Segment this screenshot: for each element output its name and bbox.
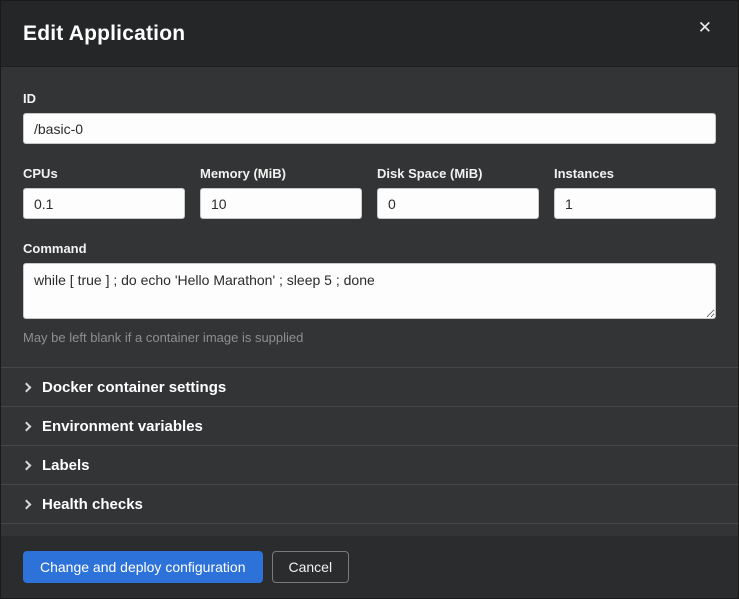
command-label: Command — [23, 241, 716, 256]
section-label: Labels — [42, 457, 90, 474]
section-label: Health checks — [42, 496, 143, 513]
id-field-group: ID — [23, 91, 716, 144]
form-fields: ID CPUs Memory (MiB) Disk Space (MiB) In — [1, 91, 738, 345]
id-input[interactable] — [23, 113, 716, 144]
collapsible-sections: Docker container settings Environment va… — [1, 367, 738, 536]
memory-label: Memory (MiB) — [200, 166, 362, 181]
close-icon: ✕ — [698, 18, 712, 37]
cancel-button[interactable]: Cancel — [272, 551, 350, 583]
chevron-right-icon — [22, 382, 32, 392]
instances-input[interactable] — [554, 188, 716, 219]
cpus-input[interactable] — [23, 188, 185, 219]
disk-field-group: Disk Space (MiB) — [377, 166, 539, 219]
section-labels[interactable]: Labels — [1, 445, 738, 484]
modal-title: Edit Application — [23, 22, 185, 46]
chevron-right-icon — [22, 421, 32, 431]
command-field-group: Command while [ true ] ; do echo 'Hello … — [23, 241, 716, 345]
chevron-right-icon — [22, 499, 32, 509]
resource-fields-row: CPUs Memory (MiB) Disk Space (MiB) Insta… — [23, 166, 716, 219]
section-label: Docker container settings — [42, 379, 226, 396]
disk-space-input[interactable] — [377, 188, 539, 219]
modal-footer: Change and deploy configuration Cancel — [1, 536, 738, 598]
id-label: ID — [23, 91, 716, 106]
command-textarea[interactable]: while [ true ] ; do echo 'Hello Marathon… — [23, 263, 716, 319]
section-health-checks[interactable]: Health checks — [1, 484, 738, 523]
chevron-right-icon — [22, 460, 32, 470]
modal-header: Edit Application ✕ — [1, 1, 738, 67]
modal-body: ID CPUs Memory (MiB) Disk Space (MiB) In — [1, 67, 738, 536]
section-optional-settings[interactable]: Optional settings — [1, 523, 738, 536]
section-label: Environment variables — [42, 418, 203, 435]
edit-application-modal: Edit Application ✕ ID CPUs Memory (MiB) — [0, 0, 739, 599]
command-help-text: May be left blank if a container image i… — [23, 330, 716, 345]
close-button[interactable]: ✕ — [694, 15, 716, 40]
memory-input[interactable] — [200, 188, 362, 219]
change-and-deploy-button[interactable]: Change and deploy configuration — [23, 551, 263, 583]
cpus-field-group: CPUs — [23, 166, 185, 219]
disk-space-label: Disk Space (MiB) — [377, 166, 539, 181]
instances-label: Instances — [554, 166, 716, 181]
cpus-label: CPUs — [23, 166, 185, 181]
memory-field-group: Memory (MiB) — [200, 166, 362, 219]
section-docker-container-settings[interactable]: Docker container settings — [1, 367, 738, 406]
section-environment-variables[interactable]: Environment variables — [1, 406, 738, 445]
instances-field-group: Instances — [554, 166, 716, 219]
